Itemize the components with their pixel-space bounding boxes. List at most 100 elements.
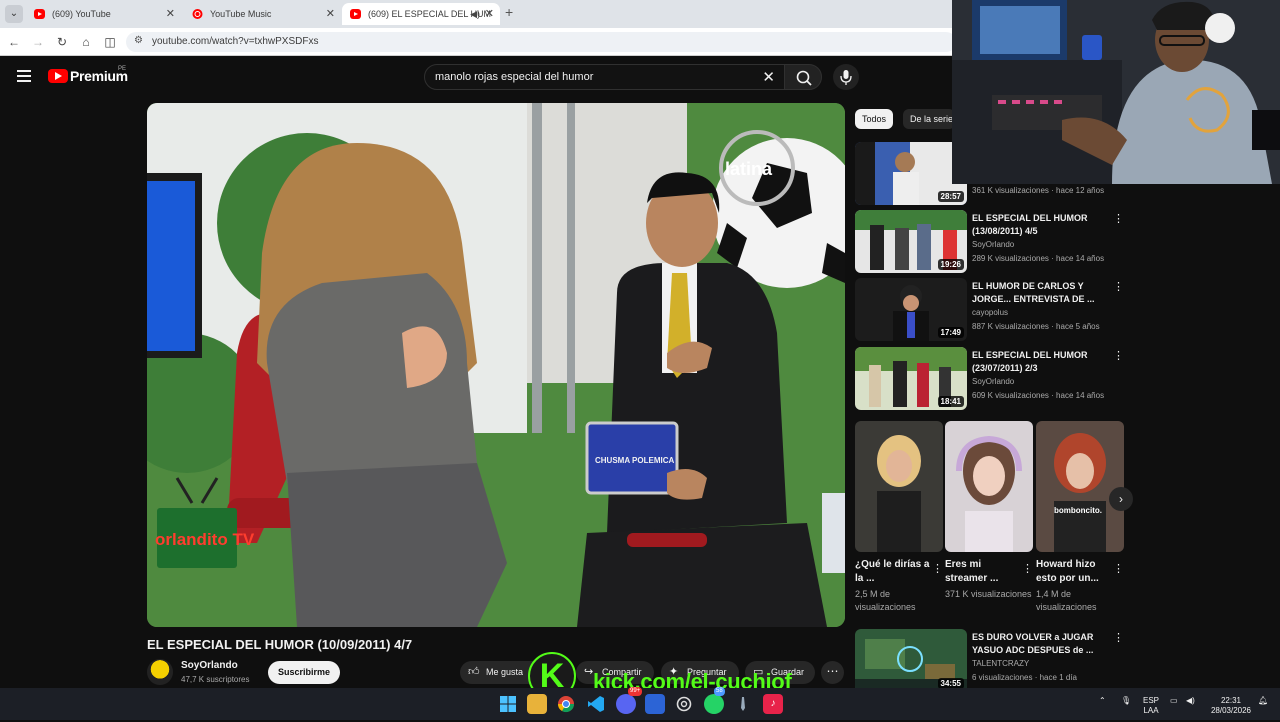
video-thumbnail[interactable]: 19:26: [855, 210, 967, 273]
clock[interactable]: 22:31 28/03/2026: [1208, 696, 1254, 716]
video-meta: 887 K visualizaciones · hace 5 años: [972, 322, 1100, 331]
more-options-icon[interactable]: ⋮: [1022, 562, 1033, 575]
video-title: ES DURO VOLVER a JUGAR YASUO ADC DESPUES…: [972, 632, 1094, 655]
channel-name: SoyOrlando: [972, 377, 1015, 386]
search-input[interactable]: manolo rojas especial del humor ✕: [424, 64, 786, 90]
list-item[interactable]: 34:55 ES DURO VOLVER a JUGAR YASUO ADC D…: [855, 629, 1125, 693]
short-views: 2,5 M de visualizaciones: [855, 589, 916, 612]
keyboard-language[interactable]: ESP LAA: [1143, 696, 1159, 716]
video-title: EL ESPECIAL DEL HUMOR (10/09/2011) 4/7: [147, 637, 413, 652]
video-thumbnail[interactable]: 18:41: [855, 347, 967, 410]
video-frame: latina CHUSMA POLEMICA orlandito TV: [147, 103, 845, 627]
more-options-icon[interactable]: ⋮: [1113, 212, 1124, 225]
split-view-icon[interactable]: ◫: [102, 34, 118, 50]
reload-icon[interactable]: ↻: [54, 34, 70, 50]
youtube-favicon-icon: [34, 9, 45, 19]
more-options-icon[interactable]: ⋮: [1113, 562, 1124, 575]
tab-youtube[interactable]: (609) YouTube ✕: [26, 3, 181, 25]
short-title: ¿Qué le dirías a la ...: [855, 559, 930, 584]
video-meta: 289 K visualizaciones · hace 14 años: [972, 254, 1105, 263]
subscribe-button[interactable]: Suscribirme: [268, 661, 340, 684]
short-thumbnail[interactable]: bomboncito.: [1036, 421, 1124, 552]
volume-icon[interactable]: ◀): [1186, 696, 1195, 706]
thumbs-up-icon: 👍︎: [468, 666, 480, 678]
chip-de-la-serie[interactable]: De la serie: [903, 109, 955, 129]
microphone-tray-icon[interactable]: 🎙︎: [1121, 696, 1131, 706]
notifications-bell-icon[interactable]: 🔔︎: [1258, 696, 1268, 706]
show-card-text: CHUSMA POLEMICA: [595, 456, 674, 465]
speaker-icon[interactable]: ◀): [470, 3, 480, 25]
video-meta: 609 K visualizaciones · hace 14 años: [972, 391, 1105, 400]
duration-badge: 17:49: [937, 327, 964, 338]
like-label: Me gusta: [486, 667, 524, 677]
tab-search-chevron-icon[interactable]: ⌄: [5, 5, 23, 23]
windows-start-icon[interactable]: [498, 694, 518, 714]
forward-arrow-icon[interactable]: →: [30, 34, 46, 50]
tab-current-video[interactable]: (609) EL ESPECIAL DEL HUM ◀) ✕: [342, 3, 500, 25]
more-options-icon[interactable]: ⋮: [932, 562, 943, 575]
short-views: 371 K visualizaciones: [945, 589, 1032, 599]
discord-icon[interactable]: 99+: [616, 687, 643, 714]
short-thumbnail[interactable]: [945, 421, 1033, 552]
duration-badge: 19:26: [937, 259, 964, 270]
video-thumbnail[interactable]: 34:55: [855, 629, 967, 692]
tab-close-icon[interactable]: ✕: [485, 3, 494, 25]
vscode-icon[interactable]: [586, 694, 606, 714]
list-item[interactable]: 17:49 EL HUMOR DE CARLOS Y JORGE... ENTR…: [855, 278, 1125, 342]
search-query-text: manolo rojas especial del humor: [435, 71, 594, 83]
whatsapp-badge: 58: [714, 687, 725, 696]
site-info-icon[interactable]: ⚙: [134, 35, 143, 46]
language-label: ESP: [1143, 696, 1160, 705]
network-icon[interactable]: ▭: [1170, 696, 1178, 706]
more-options-icon[interactable]: ⋮: [1113, 280, 1124, 293]
duration-badge: 28:57: [937, 191, 964, 202]
whatsapp-icon[interactable]: 58: [704, 687, 725, 714]
microphone-icon: [840, 70, 852, 85]
chip-todos[interactable]: Todos: [855, 109, 894, 129]
tab-title: (609) YouTube: [52, 9, 111, 19]
youtube-music-favicon-icon: [192, 9, 203, 19]
video-title: EL HUMOR DE CARLOS Y JORGE... ENTREVISTA…: [972, 281, 1095, 304]
youtube-favicon-icon: [350, 9, 361, 19]
tab-close-icon[interactable]: ✕: [166, 3, 175, 25]
share-arrow-icon: ↪: [584, 666, 594, 678]
more-options-icon[interactable]: ⋮: [1113, 349, 1124, 362]
short-item[interactable]: ¿Qué le dirías a la ... 2,5 M de visuali…: [855, 421, 943, 614]
tab-close-icon[interactable]: ✕: [326, 3, 335, 25]
tab-youtube-music[interactable]: YouTube Music ✕: [184, 3, 341, 25]
youtube-logo-icon[interactable]: [48, 69, 68, 83]
more-options-icon[interactable]: ⋮: [1113, 631, 1124, 644]
video-title: EL ESPECIAL DEL HUMOR (23/07/2011) 2/3: [972, 350, 1088, 373]
video-thumbnail[interactable]: 28:57: [855, 142, 967, 205]
clear-search-icon[interactable]: ✕: [762, 68, 775, 86]
short-caption: bomboncito.: [1054, 506, 1102, 515]
list-item[interactable]: 18:41 EL ESPECIAL DEL HUMOR (23/07/2011)…: [855, 347, 1125, 411]
video-player[interactable]: latina CHUSMA POLEMICA orlandito TV: [147, 103, 845, 627]
tiktok-icon[interactable]: ♪: [763, 694, 783, 714]
openai-icon[interactable]: [674, 694, 694, 714]
chrome-icon[interactable]: [556, 694, 576, 714]
search-button[interactable]: [784, 64, 822, 90]
hamburger-menu-icon[interactable]: [17, 70, 31, 82]
channel-avatar[interactable]: [147, 659, 173, 685]
short-item[interactable]: bomboncito. Howard hizo esto por un... 1…: [1036, 421, 1124, 614]
new-tab-plus-icon[interactable]: +: [505, 4, 513, 20]
channel-name: cayopolus: [972, 308, 1009, 317]
shelf-next-chevron-icon[interactable]: ›: [1109, 487, 1133, 511]
video-meta: 361 K visualizaciones · hace 12 años: [972, 186, 1105, 195]
back-arrow-icon[interactable]: ←: [6, 34, 22, 50]
short-item[interactable]: Eres mi streamer ... 371 K visualizacion…: [945, 421, 1033, 601]
url-bar[interactable]: ⚙ youtube.com/watch?v=txhwPXSDFxs: [126, 32, 956, 52]
channel-name[interactable]: SoyOrlando: [181, 660, 238, 671]
list-item[interactable]: 19:26 EL ESPECIAL DEL HUMOR (13/08/2011)…: [855, 210, 1125, 274]
video-thumbnail[interactable]: 17:49: [855, 278, 967, 341]
video-title: EL ESPECIAL DEL HUMOR (13/08/2011) 4/5: [972, 213, 1088, 236]
show-hidden-icons-chevron-icon[interactable]: ⌃: [1099, 696, 1106, 706]
voice-search-button[interactable]: [833, 64, 859, 90]
more-actions-button[interactable]: ⋯: [821, 661, 844, 684]
pen-tool-icon[interactable]: [733, 694, 753, 714]
home-icon[interactable]: ⌂: [78, 34, 94, 50]
app-icon[interactable]: [645, 694, 665, 714]
file-explorer-icon[interactable]: [527, 694, 547, 714]
short-thumbnail[interactable]: [855, 421, 943, 552]
